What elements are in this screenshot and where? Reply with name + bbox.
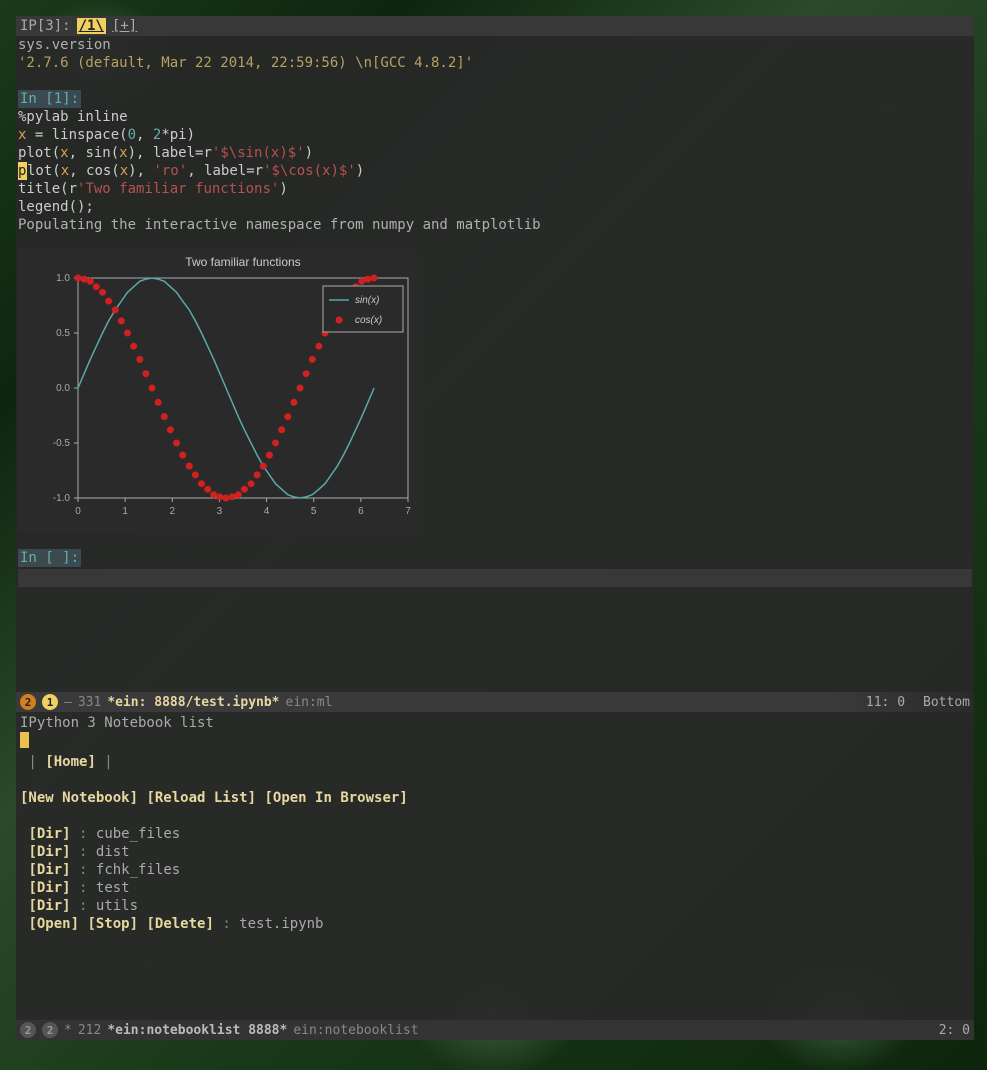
reload-list-button[interactable]: [Reload List] [146, 790, 256, 806]
modeline-badge: 1 [42, 694, 58, 710]
tab-new-button[interactable]: [+] [112, 18, 137, 34]
breadcrumb: | [Home] | [20, 753, 970, 771]
code-line[interactable]: x = linspace(0, 2*pi) [18, 126, 972, 144]
nblist-dir-row: [Dir] : fchk_files [20, 861, 970, 879]
cursor [20, 732, 29, 748]
nblist-actions: [New Notebook] [Reload List] [Open In Br… [20, 789, 970, 807]
output-line: '2.7.6 (default, Mar 22 2014, 22:59:56) … [18, 54, 972, 72]
svg-text:3: 3 [217, 506, 223, 517]
file-name: test.ipynb [239, 916, 323, 932]
modeline-num: 212 [78, 1023, 101, 1038]
svg-text:5: 5 [311, 506, 317, 517]
dir-name: utils [96, 898, 138, 914]
code-line[interactable]: legend(); [18, 198, 972, 216]
svg-text:-0.5: -0.5 [53, 438, 71, 449]
svg-text:0: 0 [75, 506, 81, 517]
dir-link[interactable]: [Dir] [28, 826, 70, 842]
svg-text:2: 2 [170, 506, 176, 517]
blank-line [20, 771, 970, 789]
empty-cell[interactable] [18, 569, 972, 587]
blank-line [18, 72, 972, 90]
cell-prompt: In [ ]: [18, 549, 81, 567]
svg-text:cos(x): cos(x) [355, 315, 382, 326]
cursor: p [18, 162, 27, 180]
dir-name: dist [96, 844, 130, 860]
modeline-badge: 2 [20, 694, 36, 710]
svg-text:0.0: 0.0 [56, 383, 70, 394]
cell-prompt: In [1]: [18, 90, 81, 108]
nblist-dir-row: [Dir] : utils [20, 897, 970, 915]
modeline-mode: ein:notebooklist [293, 1023, 418, 1038]
dir-link[interactable]: [Dir] [28, 898, 70, 914]
output-line: sys.version [18, 36, 972, 54]
svg-text:0.5: 0.5 [56, 328, 70, 339]
stop-button[interactable]: [Stop] [87, 916, 138, 932]
chart-plot: Two familiar functions 0 1 2 3 4 5 6 7 -1.0 -0.5 0.… [18, 248, 418, 533]
notebook-list: IPython 3 Notebook list | [Home] | [New … [16, 712, 974, 935]
code-line[interactable]: %pylab inline [18, 108, 972, 126]
tab-label: IP[3]: [20, 18, 71, 34]
modeline-position: 2: 0 [939, 1023, 970, 1038]
dir-name: test [96, 880, 130, 896]
svg-text:7: 7 [405, 506, 411, 517]
code-line[interactable]: plot(x, sin(x), label=r'$\sin(x)$') [18, 144, 972, 162]
tab-active[interactable]: /1\ [77, 18, 106, 34]
nblist-dir-row: [Dir] : cube_files [20, 825, 970, 843]
blank-line [18, 539, 972, 549]
notebook-content[interactable]: sys.version '2.7.6 (default, Mar 22 2014… [16, 36, 974, 587]
modeline-mode: ein:ml [286, 695, 333, 710]
modeline-buffer-name: *ein: 8888/test.ipynb* [107, 695, 279, 710]
nblist-header: IPython 3 Notebook list [20, 714, 970, 732]
svg-text:sin(x): sin(x) [355, 295, 379, 306]
cell-prompt-line: In [ ]: [18, 549, 972, 567]
svg-text:Two familiar functions: Two familiar functions [185, 255, 300, 269]
dir-link[interactable]: [Dir] [28, 880, 70, 896]
nblist-file-row: [Open] [Stop] [Delete] : test.ipynb [20, 915, 970, 933]
svg-text:6: 6 [358, 506, 364, 517]
open-browser-button[interactable]: [Open In Browser] [264, 790, 407, 806]
delete-button[interactable]: [Delete] [146, 916, 213, 932]
cell-prompt-line: In [1]: [18, 90, 972, 108]
home-link[interactable]: [Home] [45, 754, 96, 770]
modeline-num: 331 [78, 695, 101, 710]
modeline-location: Bottom [923, 695, 970, 710]
nblist-dir-row: [Dir] : test [20, 879, 970, 897]
modeline-dash: — [64, 695, 72, 710]
modeline-buffer-name: *ein:notebooklist 8888* [107, 1023, 287, 1038]
svg-text:1.0: 1.0 [56, 273, 70, 284]
modeline-badge: 2 [20, 1022, 36, 1038]
tab-bar: IP[3]: /1\ [+] [16, 16, 974, 36]
svg-text:-1.0: -1.0 [53, 493, 71, 504]
dir-link[interactable]: [Dir] [28, 862, 70, 878]
open-button[interactable]: [Open] [28, 916, 79, 932]
modeline-badge: 2 [42, 1022, 58, 1038]
svg-text:1: 1 [122, 506, 128, 517]
blank-line [20, 807, 970, 825]
blank-line [18, 234, 972, 244]
modeline-top: 2 1 — 331 *ein: 8888/test.ipynb* ein:ml … [16, 692, 974, 712]
code-line[interactable]: title(r'Two familiar functions') [18, 180, 972, 198]
code-line[interactable]: plot(x, cos(x), 'ro', label=r'$\cos(x)$'… [18, 162, 972, 180]
svg-text:4: 4 [264, 506, 270, 517]
nblist-dir-row: [Dir] : dist [20, 843, 970, 861]
dir-name: cube_files [96, 826, 180, 842]
output-line: Populating the interactive namespace fro… [18, 216, 972, 234]
new-notebook-button[interactable]: [New Notebook] [20, 790, 138, 806]
modeline-position: 11: 0 [866, 695, 905, 710]
dir-link[interactable]: [Dir] [28, 844, 70, 860]
modeline-star: * [64, 1023, 72, 1038]
dir-name: fchk_files [96, 862, 180, 878]
modeline-bottom: 2 2 * 212 *ein:notebooklist 8888* ein:no… [16, 1020, 974, 1040]
